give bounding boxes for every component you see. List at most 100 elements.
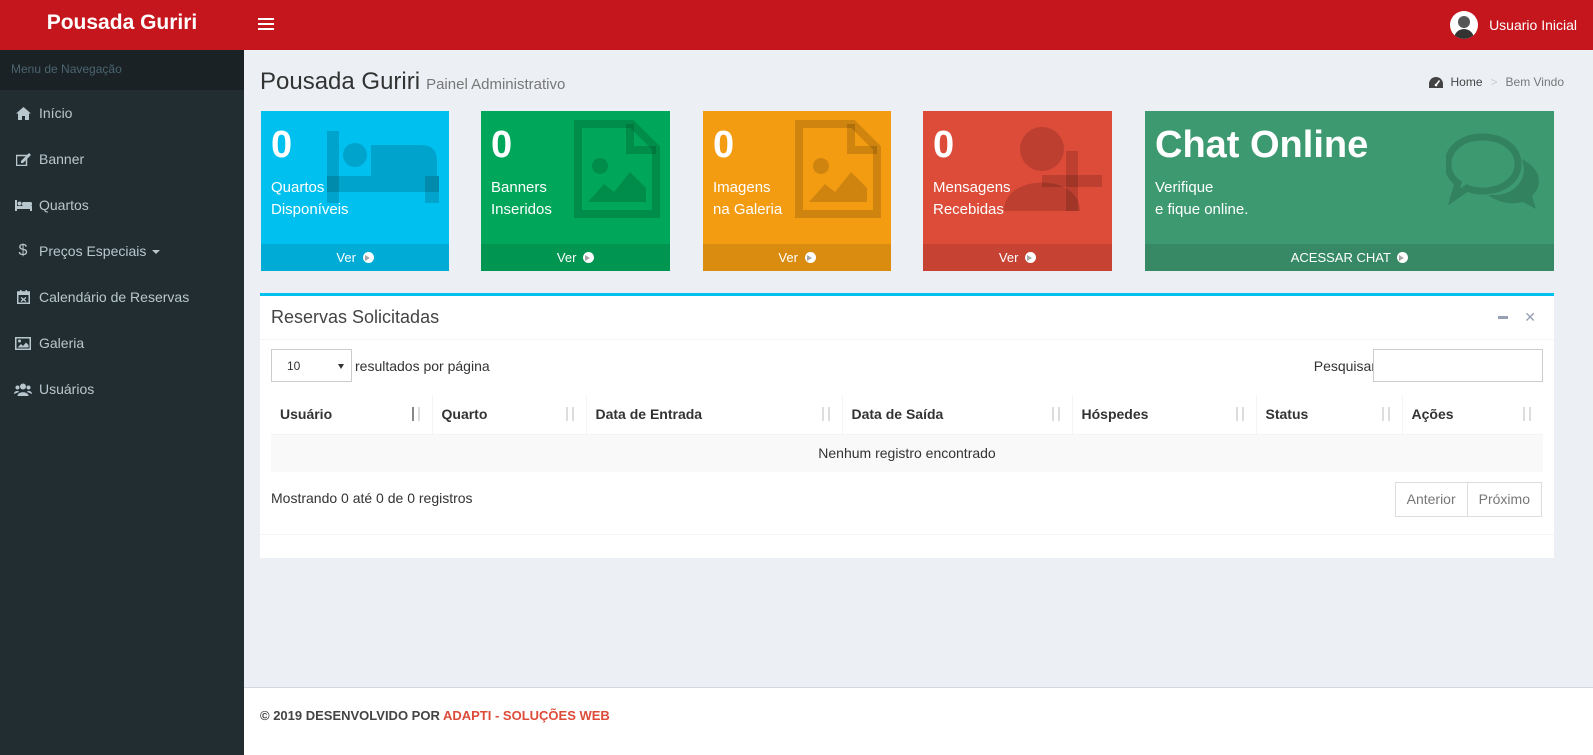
sidebar-item-label: Banner [39,151,85,167]
panel-footer-divider [260,534,1554,535]
users-icon [14,382,32,396]
sidebar-item-label: Calendário de Reservas [39,289,190,305]
sort-icon [410,407,422,421]
sidebar-item-usuarios[interactable]: Usuários [0,366,244,412]
sort-icon [1521,407,1533,421]
file-image-icon [795,120,881,221]
user-menu[interactable]: Usuario Inicial [1450,10,1577,40]
chat-box: Chat Online Verifique e fique online. ACE… [1145,111,1554,271]
sort-icon [1380,407,1392,421]
sidebar-item-label: Quartos [39,197,89,213]
sidebar-item-label: Início [39,105,73,121]
breadcrumb-separator: > [1490,75,1498,89]
stat-box-mensagens: 0 Mensagens Recebidas Ver [923,111,1112,271]
dashboard-icon [1429,76,1444,88]
footer-text: © 2019 DESENVOLVIDO POR [260,708,443,723]
search-input[interactable] [1373,349,1543,382]
sort-icon [1234,407,1246,421]
top-header: Pousada Guriri Usuario Inicial [0,0,1593,50]
arrow-circle-right-icon [1025,252,1037,263]
box-more-link[interactable]: Ver [703,244,891,271]
column-header-data-entrada[interactable]: Data de Entrada [585,395,842,435]
dollar-icon: $ [18,242,28,259]
stat-label: Mensagens Recebidas [933,179,1011,218]
bed-icon [14,198,32,212]
column-header-usuario[interactable]: Usuário [271,395,432,435]
page-length-label: resultados por página [355,358,490,374]
caret-down-icon [152,250,161,254]
pagination: Anterior Próximo [1394,482,1542,517]
next-page-button[interactable]: Próximo [1467,482,1542,517]
column-header-hospedes[interactable]: Hóspedes [1071,395,1256,435]
user-name: Usuario Inicial [1489,17,1577,33]
stat-label: Banners Inseridos [491,179,552,218]
arrow-circle-right-icon [362,252,374,263]
breadcrumb-home-link[interactable]: Home [1450,75,1482,89]
arrow-circle-right-icon [1397,252,1409,263]
breadcrumb: Home > Bem Vindo [1429,75,1564,89]
sidebar-toggle-icon[interactable] [258,15,274,33]
table-info: Mostrando 0 até 0 de 0 registros [271,490,473,506]
panel-title: Reservas Solicitadas [271,307,440,327]
stat-count: 0 [491,124,513,166]
table-row: Nenhum registro encontrado [271,433,1543,472]
page-subtitle: Painel Administrativo [426,76,566,93]
stat-box-imagens: 0 Imagens na Galeria Ver [703,111,891,271]
collapse-icon[interactable] [1498,316,1509,319]
panel-header: Reservas Solicitadas [260,296,1554,340]
stat-label: Imagens na Galeria [713,179,783,218]
bottom-strip [244,743,1593,755]
sidebar-item-quartos[interactable]: Quartos [0,182,244,228]
panel-tools: ✕ [1498,309,1536,326]
stat-count: 0 [933,124,955,166]
sidebar-item-calendario[interactable]: Calendário de Reservas [0,274,244,320]
close-icon[interactable]: ✕ [1524,309,1536,326]
reservations-table: Usuário Quarto Data de Entrada Data de S… [271,395,1543,472]
breadcrumb-current: Bem Vindo [1505,75,1564,89]
page-title: Pousada Guriri Painel Administrativo [260,68,565,96]
sidebar-item-precos-especiais[interactable]: $ Preços Especiais [0,228,244,274]
sidebar-item-label: Galeria [39,335,85,351]
stat-count: 0 [713,124,735,166]
box-more-link[interactable]: Ver [923,244,1112,271]
stat-box-banners: 0 Banners Inseridos Ver [481,111,670,271]
comments-icon [1444,133,1542,216]
sidebar-item-label: Usuários [39,381,95,397]
sidebar-item-galeria[interactable]: Galeria [0,320,244,366]
stat-box-quartos: 0 Quartos Disponíveis Ver [261,111,449,271]
column-header-status[interactable]: Status [1255,395,1402,435]
bed-icon [327,131,439,206]
sort-icon [564,407,576,421]
sidebar-heading: Menu de Navegação [0,50,244,90]
column-header-data-saida[interactable]: Data de Saída [841,395,1072,435]
reservations-panel: Reservas Solicitadas ✕ 10 resultados por… [260,293,1554,558]
arrow-circle-right-icon [583,252,595,263]
search-label: Pesquisar [1313,358,1376,374]
chat-access-link[interactable]: ACESSAR CHAT [1145,244,1554,271]
file-image-icon [574,120,660,221]
edit-icon [14,152,32,166]
arrow-circle-right-icon [804,252,816,263]
sort-icon [1050,407,1062,421]
main-content: Pousada Guriri Painel Administrativo Home… [244,50,1593,687]
page-footer: © 2019 DESENVOLVIDO POR ADAPTI - SOLUÇÕE… [244,687,1593,743]
sidebar-item-label: Preços Especiais [39,243,147,259]
sort-icon [820,407,832,421]
column-header-acoes[interactable]: Ações [1401,395,1543,435]
app-logo[interactable]: Pousada Guriri [0,0,244,50]
sidebar-item-banner[interactable]: Banner [0,136,244,182]
box-more-link[interactable]: Ver [481,244,670,271]
footer-brand-link[interactable]: ADAPTI - SOLUÇÕES WEB [443,708,610,723]
column-header-quarto[interactable]: Quarto [431,395,586,435]
page-length-select[interactable]: 10 [271,349,352,382]
empty-message: Nenhum registro encontrado [271,433,1543,472]
user-plus-icon [1004,125,1102,216]
chat-title: Chat Online [1155,124,1369,166]
page-title-text: Pousada Guriri [260,68,421,95]
home-icon [14,106,32,120]
prev-page-button[interactable]: Anterior [1394,482,1468,517]
stat-count: 0 [271,124,293,166]
calendar-icon [14,290,32,304]
box-more-link[interactable]: Ver [261,244,449,271]
sidebar-item-inicio[interactable]: Início [0,90,244,136]
